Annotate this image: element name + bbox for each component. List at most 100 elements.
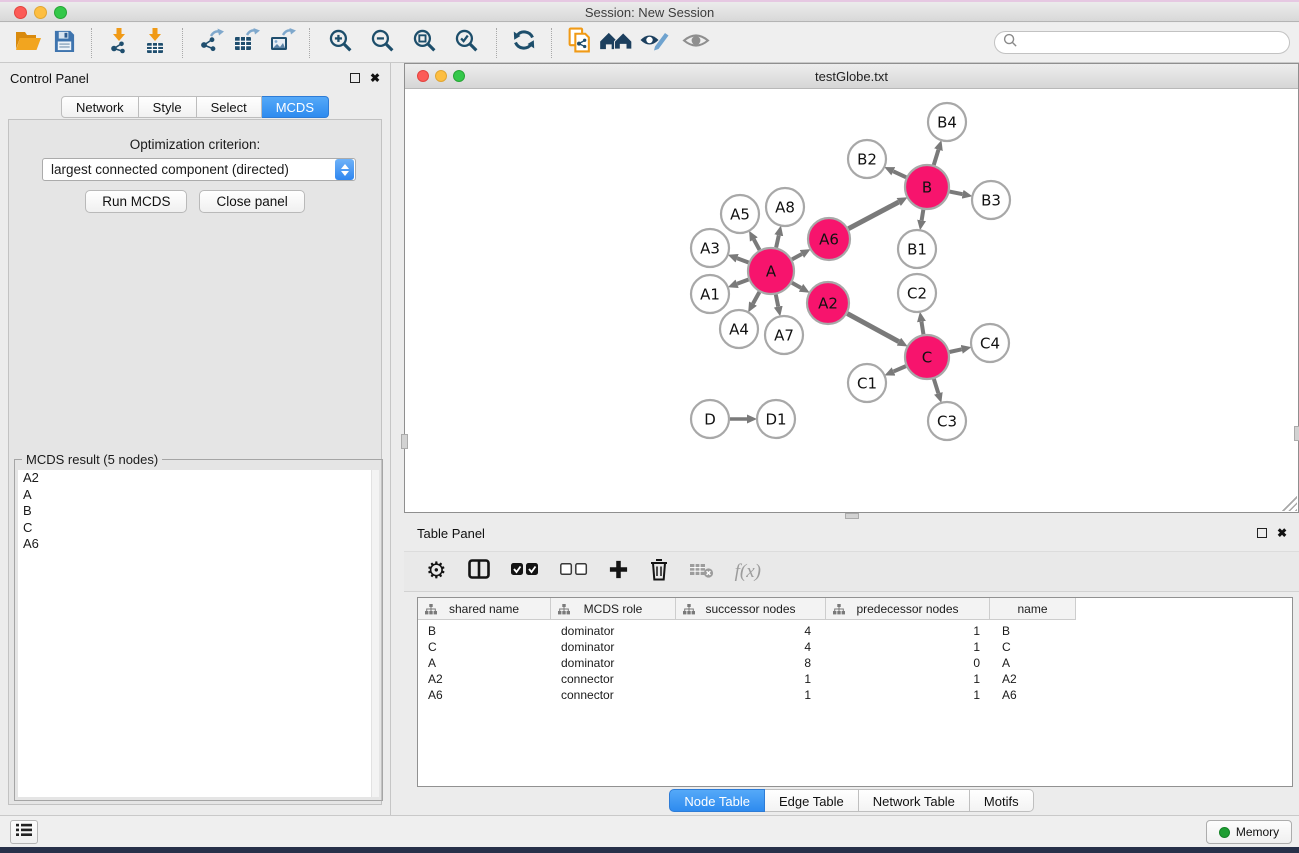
import-table-button[interactable]: [137, 26, 173, 60]
result-item[interactable]: A: [18, 487, 371, 504]
result-item[interactable]: A2: [18, 470, 371, 487]
export-network-button[interactable]: [192, 26, 228, 60]
table-row[interactable]: A2connector11A2: [418, 671, 1292, 687]
vertical-scrollbar-left[interactable]: [401, 434, 408, 449]
column-header-MCDS-role[interactable]: MCDS role: [551, 598, 676, 620]
tab-style[interactable]: Style: [139, 96, 197, 118]
save-session-button[interactable]: [46, 26, 82, 60]
tab-motifs[interactable]: Motifs: [970, 789, 1034, 812]
graph-edge-C-C2[interactable]: [921, 322, 923, 335]
import-network-button[interactable]: [101, 26, 137, 60]
graph-edge-A-A6[interactable]: [792, 254, 802, 259]
houses-icon: [599, 29, 632, 57]
export-table-button[interactable]: [228, 26, 264, 60]
table-row[interactable]: A6connector11A6: [418, 687, 1292, 703]
column-header-name[interactable]: name: [990, 598, 1076, 620]
delete-column-button[interactable]: [649, 558, 669, 586]
column-header-shared-name[interactable]: shared name: [418, 598, 551, 620]
graph-node-label-B: B: [922, 179, 932, 197]
vertical-scrollbar-right[interactable]: [1294, 426, 1299, 441]
tab-mcds[interactable]: MCDS: [262, 96, 329, 118]
column-header-successor-nodes[interactable]: successor nodes: [676, 598, 826, 620]
column-mode-button[interactable]: [468, 559, 490, 584]
select-all-columns-button[interactable]: [511, 563, 539, 581]
clone-network-button[interactable]: [561, 26, 597, 60]
float-table-panel-icon[interactable]: [1257, 528, 1267, 538]
delete-table-button[interactable]: [690, 561, 714, 583]
zoom-fit-button[interactable]: [403, 26, 445, 60]
refresh-button[interactable]: [506, 26, 542, 60]
graph-edge-A-A3[interactable]: [737, 258, 748, 262]
open-session-button[interactable]: [10, 26, 46, 60]
memory-button[interactable]: Memory: [1206, 820, 1292, 844]
zoom-in-button[interactable]: [319, 26, 361, 60]
graph-edge-A-A8[interactable]: [776, 235, 779, 247]
columns-icon: [468, 559, 490, 584]
run-mcds-button[interactable]: Run MCDS: [85, 190, 187, 213]
table-cell: A6: [418, 688, 551, 702]
graph-node-label-A7: A7: [774, 327, 794, 345]
unselect-all-columns-button[interactable]: [560, 563, 588, 581]
graph-node-label-B1: B1: [907, 241, 927, 259]
graph-edge-A6-B[interactable]: [848, 202, 898, 229]
search-input[interactable]: [994, 31, 1290, 54]
graph-edge-C-C1[interactable]: [894, 366, 906, 371]
graph-edge-A-A7[interactable]: [776, 295, 778, 307]
table-settings-button[interactable]: ⚙: [426, 560, 447, 583]
column-header-predecessor-nodes[interactable]: predecessor nodes: [826, 598, 990, 620]
close-panel-button[interactable]: Close panel: [199, 190, 304, 213]
float-panel-icon[interactable]: [350, 73, 360, 83]
graph-edge-B-B1[interactable]: [922, 210, 924, 221]
result-item[interactable]: A6: [18, 536, 371, 553]
zoom-out-button[interactable]: [361, 26, 403, 60]
graph-edge-C-C3[interactable]: [934, 379, 938, 393]
add-column-button[interactable]: [609, 560, 628, 584]
graph-edge-A-A5[interactable]: [754, 239, 760, 249]
table-cell: 8: [676, 656, 826, 670]
zoom-selected-button[interactable]: [445, 26, 487, 60]
tab-edge-table[interactable]: Edge Table: [765, 789, 859, 812]
select-spinner-icon[interactable]: [335, 159, 354, 180]
close-table-panel-icon[interactable]: ✖: [1277, 527, 1287, 539]
toolbar-separator: [496, 28, 497, 58]
mcds-result-list[interactable]: A2ABCA6: [18, 470, 371, 797]
graph-edge-C-C4[interactable]: [949, 349, 961, 352]
table-cell: dominator: [551, 624, 676, 638]
close-panel-icon[interactable]: ✖: [370, 72, 380, 84]
network-canvas[interactable]: B4B2BB3A8A5A6B1A3AC2A1A2A4A7C4CC1C3DD1: [406, 90, 1297, 511]
graph-edge-A2-C[interactable]: [847, 314, 899, 342]
criterion-select[interactable]: largest connected component (directed): [42, 158, 356, 181]
graph-edge-B-B2[interactable]: [893, 171, 906, 177]
home-networks-button[interactable]: [597, 26, 633, 60]
graph-node-label-D1: D1: [765, 411, 786, 429]
graph-edge-A-A2[interactable]: [792, 283, 801, 288]
result-item[interactable]: B: [18, 503, 371, 520]
result-scrollbar[interactable]: [371, 470, 379, 797]
show-hide-annotations-button[interactable]: [633, 26, 675, 60]
clone-network-icon: [567, 27, 592, 59]
result-item[interactable]: C: [18, 520, 371, 537]
table-cell: C: [990, 640, 1076, 654]
table-tabs: Node TableEdge TableNetwork TableMotifs: [404, 789, 1299, 812]
table-row[interactable]: Adominator80A: [418, 655, 1292, 671]
tab-network-table[interactable]: Network Table: [859, 789, 970, 812]
graph-edge-A-A4[interactable]: [753, 292, 759, 304]
tab-select[interactable]: Select: [197, 96, 262, 118]
open-folder-icon: [15, 29, 42, 56]
tab-node-table[interactable]: Node Table: [669, 789, 765, 812]
tab-network[interactable]: Network: [61, 96, 139, 118]
export-image-button[interactable]: [264, 26, 300, 60]
table-cell: connector: [551, 672, 676, 686]
control-panel-title: Control Panel: [10, 71, 89, 86]
graph-edge-A-A1[interactable]: [737, 279, 748, 283]
show-panels-list-button[interactable]: [10, 820, 38, 844]
graph-edge-B-B3[interactable]: [950, 192, 963, 195]
network-window-titlebar[interactable]: testGlobe.txt: [405, 64, 1298, 89]
table-row[interactable]: Cdominator41C: [418, 639, 1292, 655]
table-cell: A: [990, 656, 1076, 670]
table-row[interactable]: Bdominator41B: [418, 623, 1292, 639]
show-hide-graphics-button[interactable]: [675, 26, 717, 60]
graph-node-label-A3: A3: [700, 240, 720, 258]
graph-edge-B-B4[interactable]: [934, 150, 939, 165]
function-builder-button[interactable]: f(x): [735, 561, 761, 583]
